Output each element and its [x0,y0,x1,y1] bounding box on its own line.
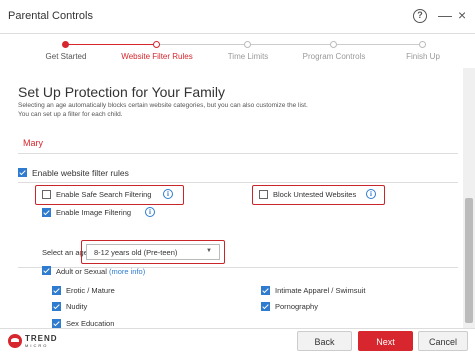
category-group-checkbox[interactable] [42,266,51,275]
main-content: Set Up Protection for Your Family Select… [0,68,463,328]
step-dot-finish-up [419,41,426,48]
child-tab-mary[interactable]: Mary [23,138,43,148]
section-divider [18,182,458,183]
step-label-time-limits: Time Limits [227,52,269,61]
image-filtering-checkbox[interactable] [42,208,51,217]
stepper-line-todo [157,44,419,45]
block-untested-label: Block Untested Websites [273,190,357,199]
category-group-name: Adult or Sexual [56,267,107,276]
category-erotic-checkbox[interactable] [52,286,61,295]
block-untested-checkbox[interactable] [259,190,268,199]
safe-search-info-icon[interactable]: i [163,189,173,199]
brand-sub: MICRO [25,343,49,348]
category-pornography-label: Pornography [275,302,318,311]
back-button[interactable]: Back [297,331,352,351]
wizard-stepper: Get Started Website Filter Rules Time Li… [0,34,463,68]
safe-search-checkbox[interactable] [42,190,51,199]
scrollbar-thumb[interactable] [465,198,473,323]
next-button[interactable]: Next [358,331,413,351]
image-filtering-info-icon[interactable]: i [145,207,155,217]
brand-name: TREND [25,334,58,343]
category-sex-education-label: Sex Education [66,319,115,328]
image-filtering-label: Enable Image Filtering [56,208,132,217]
window-title: Parental Controls [8,10,93,22]
step-dot-program-controls [330,41,337,48]
step-dot-get-started [62,41,69,48]
category-intimate-label: Intimate Apparel / Swimsuit [275,286,366,295]
help-icon[interactable]: ? [413,9,427,23]
category-nudity-checkbox[interactable] [52,302,61,311]
title-bar: Parental Controls ? — × [0,0,475,34]
category-erotic-label: Erotic / Mature [66,286,115,295]
category-intimate-checkbox[interactable] [261,286,270,295]
description-line-1: Selecting an age automatically blocks ce… [18,102,308,109]
block-untested-info-icon[interactable]: i [366,189,376,199]
age-select[interactable]: 8-12 years old (Pre-teen) ▼ [86,244,220,260]
stepper-line-done [66,44,157,45]
content-scrollbar[interactable] [463,68,475,328]
category-pornography-checkbox[interactable] [261,302,270,311]
more-info-link[interactable]: (more info) [109,267,145,276]
category-group-label: Adult or Sexual (more info) [56,267,145,276]
page-title: Set Up Protection for Your Family [18,84,225,100]
chevron-down-icon: ▼ [206,248,212,254]
enable-filter-checkbox[interactable] [18,168,27,177]
category-nudity-label: Nudity [66,302,88,311]
close-icon[interactable]: × [458,7,466,23]
step-dot-website-filter-rules [153,41,160,48]
age-select-value: 8-12 years old (Pre-teen) [94,248,178,257]
page-description: Selecting an age automatically blocks ce… [18,101,448,119]
step-dot-time-limits [244,41,251,48]
cancel-button[interactable]: Cancel [418,331,468,351]
description-line-2: You can set up a filter for each child. [18,111,123,118]
step-label-finish-up: Finish Up [406,52,440,61]
minimize-icon[interactable]: — [438,7,452,23]
trend-micro-logo-icon [8,334,22,348]
safe-search-label: Enable Safe Search Filtering [56,190,152,199]
category-sex-education-checkbox[interactable] [52,319,61,328]
step-label-website-filter-rules: Website Filter Rules [121,52,193,61]
footer-bar: TREND MICRO Back Next Cancel [0,328,475,352]
enable-filter-label: Enable website filter rules [32,168,129,178]
step-label-get-started: Get Started [45,52,87,61]
step-label-program-controls: Program Controls [302,52,366,61]
child-divider [18,153,458,154]
